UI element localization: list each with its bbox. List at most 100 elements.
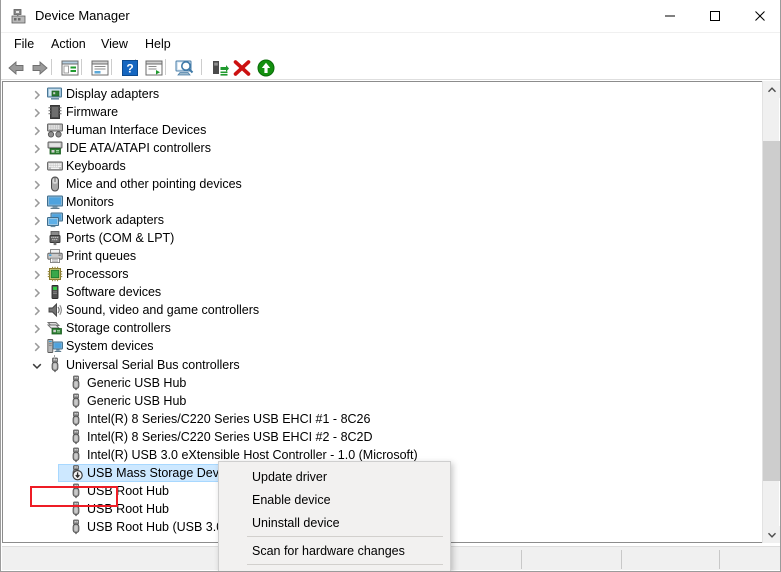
tree-item-label: USB Root Hub (USB 3.0) <box>87 518 227 536</box>
chevron-right-icon[interactable] <box>31 124 43 136</box>
chevron-right-icon[interactable] <box>31 178 43 190</box>
chevron-right-icon[interactable] <box>31 322 43 334</box>
chevron-right-icon[interactable] <box>31 160 43 172</box>
tree-item-label: Software devices <box>66 283 161 301</box>
usb-icon <box>68 411 84 427</box>
tree-item[interactable]: Intel(R) 8 Series/C220 Series USB EHCI #… <box>3 410 764 428</box>
close-icon[interactable] <box>737 0 781 32</box>
tree-item[interactable]: Intel(R) 8 Series/C220 Series USB EHCI #… <box>3 428 764 446</box>
chevron-right-icon[interactable] <box>31 304 43 316</box>
tree-item[interactable]: Human Interface Devices <box>3 121 764 139</box>
tree-item-label: Ports (COM & LPT) <box>66 229 174 247</box>
tree-item[interactable]: Firmware <box>3 103 764 121</box>
device-manager-window: Device Manager FileActionViewHelp ? Disp… <box>0 0 781 572</box>
tree-item-label: Mice and other pointing devices <box>66 175 242 193</box>
context-menu-item-scan-for-hardware-changes[interactable]: Scan for hardware changes <box>220 540 451 563</box>
printer-icon <box>47 248 63 264</box>
chevron-right-icon[interactable] <box>31 250 43 262</box>
tree-item-label: Keyboards <box>66 157 126 175</box>
chevron-right-icon[interactable] <box>31 340 43 352</box>
back-icon[interactable] <box>5 57 27 78</box>
tree-item[interactable]: Monitors <box>3 193 764 211</box>
tree-item-label: System devices <box>66 337 154 355</box>
tree-item[interactable]: System devices <box>3 337 764 355</box>
context-menu[interactable]: Update driverEnable deviceUninstall devi… <box>218 461 451 572</box>
help-icon[interactable]: ? <box>119 57 141 78</box>
menu-view[interactable]: View <box>94 35 135 53</box>
tree-item[interactable]: Print queues <box>3 247 764 265</box>
context-menu-item-uninstall-device[interactable]: Uninstall device <box>220 512 451 535</box>
forward-icon[interactable] <box>29 57 51 78</box>
menu-help[interactable]: Help <box>138 35 178 53</box>
chevron-down-icon[interactable] <box>763 526 780 543</box>
ide-controller-icon <box>47 140 63 156</box>
tree-item[interactable]: Display adapters <box>3 85 764 103</box>
usb-icon <box>68 447 84 463</box>
tree-item[interactable]: Mice and other pointing devices <box>3 175 764 193</box>
usb-icon <box>68 483 84 499</box>
tree-item[interactable]: Sound, video and game controllers <box>3 301 764 319</box>
tree-item[interactable]: Software devices <box>3 283 764 301</box>
chevron-down-icon[interactable] <box>31 359 43 371</box>
monitor-icon <box>47 194 63 210</box>
tree-item-label: Processors <box>66 265 129 283</box>
usb-icon <box>68 393 84 409</box>
mouse-icon <box>47 176 63 192</box>
tree-item-label: Generic USB Hub <box>87 374 186 392</box>
context-menu-item-enable-device[interactable]: Enable device <box>220 489 451 512</box>
context-menu-item-update-driver[interactable]: Update driver <box>220 466 451 489</box>
software-device-icon <box>47 284 63 300</box>
tree-item[interactable]: Processors <box>3 265 764 283</box>
tree-item[interactable]: Network adapters <box>3 211 764 229</box>
tree-item-label: Intel(R) 8 Series/C220 Series USB EHCI #… <box>87 428 373 446</box>
chevron-right-icon[interactable] <box>31 268 43 280</box>
device-manager-icon <box>11 8 28 25</box>
show-hide-console-tree-icon[interactable] <box>59 57 81 78</box>
processor-icon <box>47 266 63 282</box>
tree-item[interactable]: Generic USB Hub <box>3 392 764 410</box>
minimize-icon[interactable] <box>647 0 692 32</box>
disable-device-icon[interactable] <box>209 57 231 78</box>
menu-action[interactable]: Action <box>44 35 93 53</box>
menu-file[interactable]: File <box>7 35 41 53</box>
vertical-scrollbar[interactable] <box>762 81 779 543</box>
update-driver-icon[interactable] <box>143 57 165 78</box>
window-title: Device Manager <box>35 8 130 23</box>
chevron-right-icon[interactable] <box>31 214 43 226</box>
tree-item[interactable]: Universal Serial Bus controllers <box>3 356 764 374</box>
display-adapter-icon <box>47 86 63 102</box>
enable-device-icon[interactable] <box>255 57 277 78</box>
scrollbar-thumb[interactable] <box>763 141 780 481</box>
tree-item[interactable]: Generic USB Hub <box>3 374 764 392</box>
tree-item[interactable]: IDE ATA/ATAPI controllers <box>3 139 764 157</box>
context-menu-separator <box>247 536 443 537</box>
context-menu-separator <box>247 564 443 565</box>
properties-icon[interactable] <box>89 57 111 78</box>
uninstall-device-icon[interactable] <box>231 57 253 78</box>
tree-item-label: IDE ATA/ATAPI controllers <box>66 139 211 157</box>
svg-text:?: ? <box>126 61 133 75</box>
maximize-icon[interactable] <box>692 0 737 32</box>
tree-item-label: Print queues <box>66 247 136 265</box>
chevron-right-icon[interactable] <box>31 88 43 100</box>
network-adapter-icon <box>47 212 63 228</box>
firmware-icon <box>47 104 63 120</box>
scan-hardware-changes-icon[interactable] <box>173 57 195 78</box>
toolbar-separator <box>111 59 112 75</box>
chevron-right-icon[interactable] <box>31 286 43 298</box>
chevron-right-icon[interactable] <box>31 106 43 118</box>
chevron-up-icon[interactable] <box>763 81 780 98</box>
tree-item-label: USB Mass Storage Device <box>87 464 235 482</box>
tree-item[interactable]: Ports (COM & LPT) <box>3 229 764 247</box>
chevron-right-icon[interactable] <box>31 142 43 154</box>
tree-item-label: USB Root Hub <box>87 500 169 518</box>
port-icon <box>47 230 63 246</box>
tree-item[interactable]: Storage controllers <box>3 319 764 337</box>
usb-icon <box>68 375 84 391</box>
chevron-right-icon[interactable] <box>31 196 43 208</box>
chevron-right-icon[interactable] <box>31 232 43 244</box>
toolbar-separator <box>51 59 52 75</box>
usb-icon <box>68 519 84 535</box>
tree-item[interactable]: Keyboards <box>3 157 764 175</box>
tree-guide-line <box>54 355 55 359</box>
